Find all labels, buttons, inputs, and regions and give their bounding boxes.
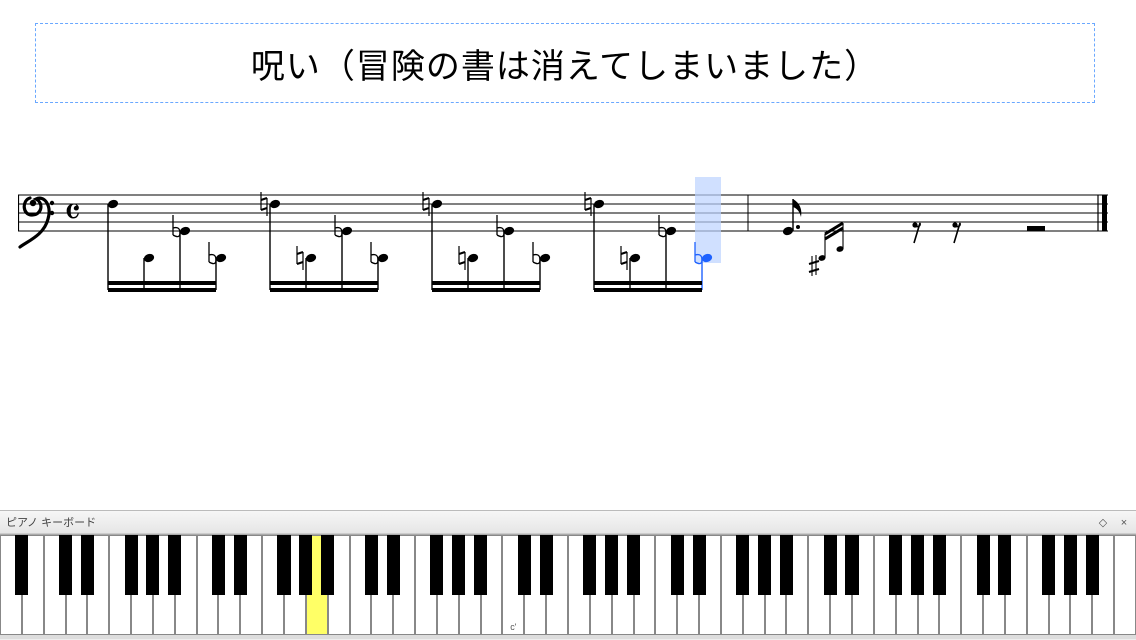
black-key[interactable] [540,535,553,595]
black-key[interactable] [452,535,465,595]
black-key[interactable] [212,535,225,595]
black-key[interactable] [911,535,924,595]
black-key[interactable] [824,535,837,595]
black-key[interactable] [998,535,1011,595]
black-key[interactable] [430,535,443,595]
black-key[interactable] [168,535,181,595]
black-key[interactable] [671,535,684,595]
panel-header[interactable]: ピアノ キーボード ◇ × [0,511,1136,534]
black-key[interactable] [845,535,858,595]
black-key[interactable] [81,535,94,595]
panel-close-icon[interactable]: × [1118,517,1130,529]
black-key[interactable] [299,535,312,595]
black-key[interactable] [15,535,28,595]
staff[interactable]: 𝄴 [18,175,1118,295]
app-frame: 呪い（冒険の書は消えてしまいました） 𝄴 ピアノ キーボード ◇ × c' [0,0,1136,640]
black-key[interactable] [627,535,640,595]
black-key[interactable] [234,535,247,595]
black-key[interactable] [1064,535,1077,595]
piano-keyboard-panel: ピアノ キーボード ◇ × c' [0,510,1136,640]
black-key[interactable] [146,535,159,595]
black-key[interactable] [518,535,531,595]
black-key[interactable] [59,535,72,595]
score-title: 呪い（冒険の書は消えてしまいました） [251,39,879,88]
black-key[interactable] [977,535,990,595]
svg-text:𝄴: 𝄴 [64,192,81,234]
black-key[interactable] [736,535,749,595]
black-key[interactable] [693,535,706,595]
key-label-middle-c: c' [503,622,523,632]
panel-collapse-icon[interactable]: ◇ [1097,516,1109,529]
black-key[interactable] [474,535,487,595]
piano-keys[interactable]: c' [0,534,1136,639]
black-key[interactable] [387,535,400,595]
black-key[interactable] [758,535,771,595]
black-key[interactable] [889,535,902,595]
black-key[interactable] [583,535,596,595]
black-key[interactable] [1086,535,1099,595]
white-key[interactable] [1114,535,1136,635]
score-area[interactable]: 呪い（冒険の書は消えてしまいました） 𝄴 [0,0,1136,510]
panel-title: ピアノ キーボード [6,514,96,530]
title-box[interactable]: 呪い（冒険の書は消えてしまいました） [35,23,1095,103]
black-key[interactable] [321,535,334,595]
black-key[interactable] [277,535,290,595]
black-key[interactable] [605,535,618,595]
black-key[interactable] [780,535,793,595]
black-key[interactable] [1042,535,1055,595]
black-key[interactable] [933,535,946,595]
black-key[interactable] [365,535,378,595]
black-key[interactable] [125,535,138,595]
